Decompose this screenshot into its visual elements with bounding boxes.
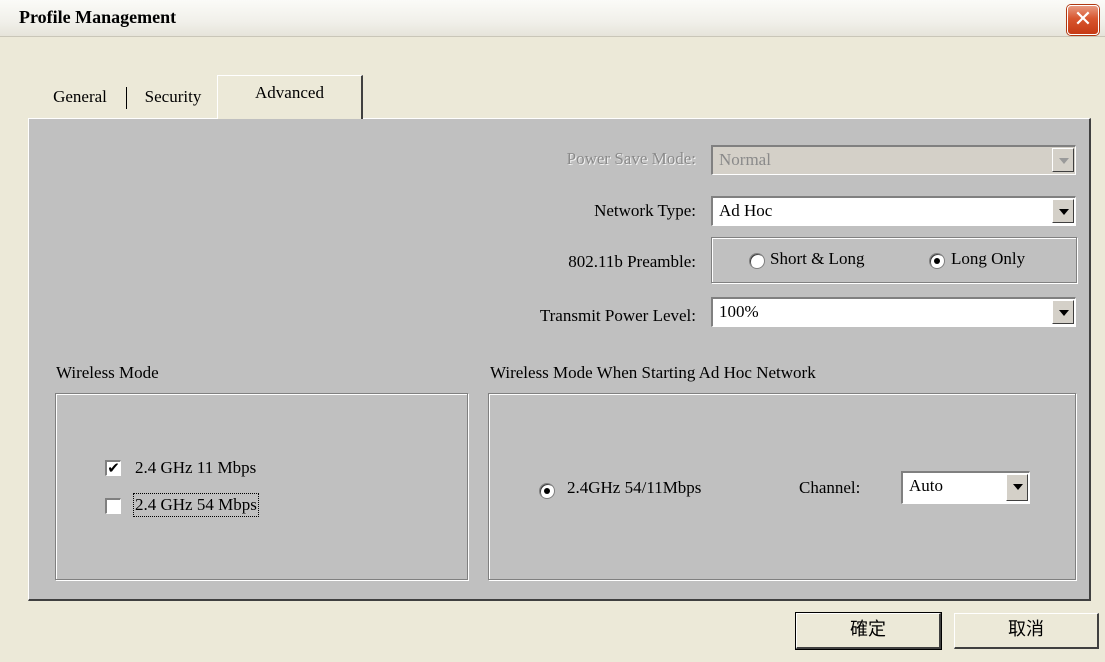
power-save-mode-select: Normal [711,145,1076,175]
preamble-long-only-label[interactable]: Long Only [951,249,1025,269]
adhoc-54-11-label[interactable]: 2.4GHz 54/11Mbps [567,478,701,498]
channel-label: Channel: [799,478,861,497]
power-save-mode-value: Normal [719,150,771,169]
chevron-down-icon[interactable] [1006,474,1028,501]
chevron-down-icon[interactable] [1052,300,1074,324]
transmit-power-label: Transmit Power Level: [539,306,696,325]
tab-advanced[interactable]: Advanced [217,75,363,119]
wireless-mode-title: Wireless Mode [56,363,159,382]
network-type-label: Network Type: [594,201,696,220]
cancel-button[interactable]: 取消 [954,613,1099,649]
adhoc-mode-title: Wireless Mode When Starting Ad Hoc Netwo… [490,363,816,382]
preamble-short-long-radio[interactable] [749,253,765,269]
tab-general[interactable]: General [36,79,124,115]
checkbox-11mbps-label[interactable]: 2.4 GHz 11 Mbps [135,458,256,478]
tab-security[interactable]: Security [132,79,214,115]
wireless-mode-group: ✔ 2.4 GHz 11 Mbps 2.4 GHz 54 Mbps [55,393,468,580]
profile-management-dialog: Profile Management ✕ General Security Ad… [0,0,1105,662]
close-button[interactable]: ✕ [1067,5,1099,35]
dialog-title: Profile Management [19,7,177,27]
chevron-down-icon[interactable] [1052,199,1074,223]
ok-button[interactable]: 確定 [795,612,942,650]
adhoc-mode-group: 2.4GHz 54/11Mbps Channel: Auto [488,393,1076,580]
checkbox-11mbps[interactable]: ✔ [105,460,121,476]
power-save-mode-label: Power Save Mode: [566,149,696,168]
network-type-select[interactable]: Ad Hoc [711,196,1076,226]
checkbox-54mbps[interactable] [105,498,121,514]
title-bar: Profile Management ✕ [0,0,1105,37]
preamble-label: 802.11b Preamble: [568,252,696,271]
close-icon: ✕ [1073,7,1093,32]
chevron-down-icon [1052,148,1074,172]
channel-select[interactable]: Auto [901,471,1030,504]
preamble-short-long-label[interactable]: Short & Long [770,249,864,269]
adhoc-54-11-radio[interactable] [539,483,555,499]
transmit-power-value: 100% [719,302,759,321]
preamble-long-only-radio[interactable] [929,253,945,269]
channel-value: Auto [909,476,943,495]
preamble-radio-group: Short & Long Long Only [711,237,1077,283]
network-type-value: Ad Hoc [719,201,773,220]
transmit-power-select[interactable]: 100% [711,297,1076,327]
checkbox-54mbps-label[interactable]: 2.4 GHz 54 Mbps [133,493,259,517]
tab-divider [126,87,127,109]
